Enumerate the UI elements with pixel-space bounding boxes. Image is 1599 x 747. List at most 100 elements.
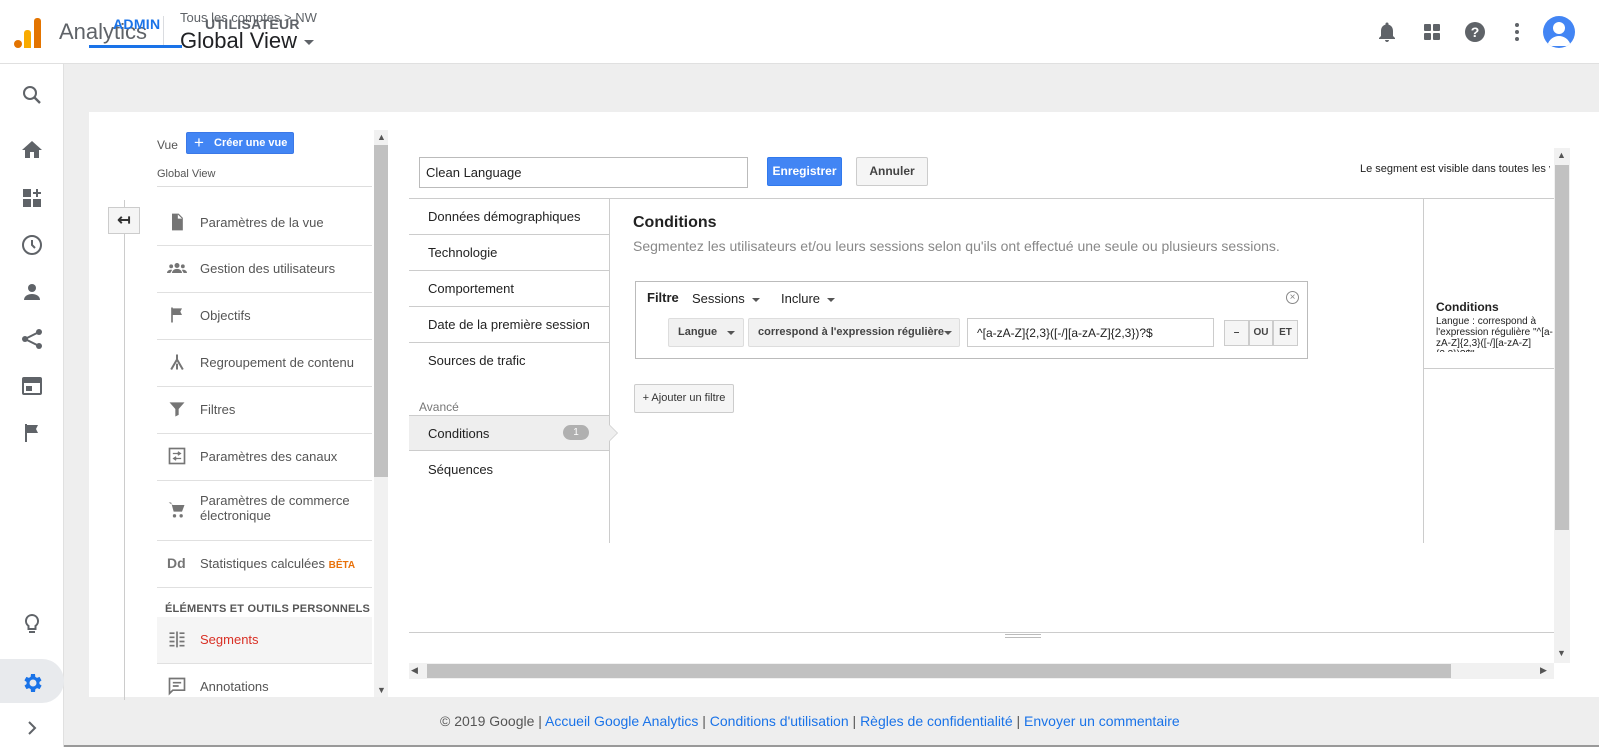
copyright: © 2019 Google | [440,713,546,729]
operator-select[interactable]: correspond à l'expression régulière [748,318,960,347]
tab-active-indicator [89,45,182,48]
and-button[interactable]: ET [1273,320,1298,346]
separator: | [1012,713,1025,729]
chevron-down-icon [751,297,760,302]
conditions-description: Segmentez les utilisateurs et/ou leurs s… [633,238,1280,254]
footer-link-privacy[interactable]: Règles de confidentialité [860,713,1013,729]
account-icon [1547,22,1571,46]
conditions-title: Conditions [633,214,717,231]
search-icon[interactable] [20,83,44,107]
menu-item-filters[interactable]: Filtres [157,387,372,434]
apps-grid-icon[interactable] [1420,20,1444,44]
menu-item-user-management[interactable]: Gestion des utilisateurs [157,246,372,293]
create-view-label: Créer une vue [214,137,288,149]
conversions-flag-icon[interactable] [20,421,44,445]
avatar[interactable] [1543,16,1575,48]
remove-filter-icon[interactable]: × [1286,291,1299,304]
flag-icon [171,307,182,323]
scroll-left-icon[interactable]: ◀ [411,665,418,676]
footer-link-home[interactable]: Accueil Google Analytics [545,713,698,729]
home-icon[interactable] [20,138,44,162]
customization-icon[interactable] [20,186,44,210]
create-view-button[interactable]: + Créer une vue [186,132,294,154]
behavior-icon[interactable] [20,374,44,398]
category-technology[interactable]: Technologie [409,235,609,271]
tab-user[interactable]: UTILISATEUR [205,16,300,32]
tab-admin[interactable]: ADMIN [113,16,160,32]
include-dropdown[interactable]: Inclure [781,291,836,306]
users-icon [167,263,187,273]
operator-value: correspond à l'expression régulière [758,326,945,338]
or-button[interactable]: OU [1249,320,1273,346]
category-behavior[interactable]: Comportement [409,271,609,307]
scroll-down-icon[interactable]: ▼ [377,685,386,695]
category-sequences[interactable]: Séquences [409,452,609,488]
dd-icon: Dd [167,555,186,571]
scroll-down-icon[interactable]: ▼ [1557,648,1566,658]
bell-icon[interactable] [1375,20,1399,44]
admin-tabs [64,64,1599,112]
menu-item-channel-settings[interactable]: Paramètres des canaux [157,434,372,481]
scrollbar-thumb[interactable] [427,664,1451,678]
scroll-right-icon[interactable]: ▶ [1540,665,1547,676]
scrollbar-thumb[interactable] [374,145,388,477]
menu-item-ecommerce-settings[interactable]: Paramètres de commerce électronique [157,481,372,541]
menu-item-view-settings[interactable]: Paramètres de la vue [157,200,372,246]
tree-line [124,200,125,700]
filter-label: Filtre [647,290,679,305]
menu-item-segments[interactable]: Segments [157,617,372,664]
more-vert-icon[interactable] [1505,20,1529,44]
filter-icon [169,402,185,417]
cancel-button[interactable]: Annuler [856,157,928,186]
category-demographics[interactable]: Données démographiques [409,199,609,235]
menu-item-annotations[interactable]: Annotations [157,664,372,704]
scroll-up-icon[interactable]: ▲ [377,132,386,142]
view-name[interactable]: Global View [157,168,216,180]
analytics-logo-icon[interactable] [14,16,42,48]
active-pointer-inner [609,425,617,441]
scrollbar-thumb[interactable] [1555,165,1569,530]
scroll-up-icon[interactable]: ▲ [1557,150,1566,160]
summary-text: Langue : correspond à l'expression régul… [1436,316,1553,352]
left-nav-rail [0,64,64,747]
category-traffic-sources[interactable]: Sources de trafic [409,343,609,379]
regex-value-input[interactable] [967,318,1214,347]
acquisition-icon[interactable] [20,327,44,351]
menu-item-label: Statistiques calculées BÊTA [200,556,355,571]
realtime-clock-icon[interactable] [20,233,44,257]
summary-title: Conditions [1436,300,1499,314]
scope-dropdown[interactable]: Sessions [692,291,760,306]
menu-item-label: Gestion des utilisateurs [200,261,336,276]
include-value: Inclure [781,291,821,306]
menu-item-goals[interactable]: Objectifs [157,293,372,340]
advanced-heading: Avancé [419,400,459,414]
menu-item-label: Segments [200,632,259,647]
save-button[interactable]: Enregistrer [767,157,842,186]
menu-item-label: Paramètres de la vue [200,215,324,230]
footer-link-terms[interactable]: Conditions d'utilisation [710,713,849,729]
category-first-session-date[interactable]: Date de la première session [409,307,609,343]
chevron-down-icon [944,331,952,335]
gear-icon[interactable] [20,671,44,695]
personal-section-heading: ÉLÉMENTS ET OUTILS PERSONNELS [165,603,371,615]
menu-item-calculated-metrics[interactable]: Dd Statistiques calculées BÊTA [157,541,372,588]
view-column-label: Vue [157,138,178,152]
channels-icon [168,447,186,465]
segment-name-input[interactable] [419,157,748,188]
lightbulb-icon[interactable] [20,612,44,636]
menu-item-content-grouping[interactable]: Regroupement de contenu [157,340,372,387]
footer-link-feedback[interactable]: Envoyer un commentaire [1024,713,1180,729]
menu-item-label-text: Statistiques calculées [200,556,326,571]
top-bar: Analytics Tous les comptes > NW Global V… [0,0,1599,64]
grouping-icon [170,354,184,371]
divider [157,186,372,187]
help-icon[interactable]: ? [1463,20,1487,44]
add-filter-button[interactable]: + Ajouter un filtre [634,384,734,413]
document-icon [172,213,183,231]
remove-condition-button[interactable]: – [1224,320,1249,346]
expand-chevron-icon[interactable] [20,716,44,740]
back-arrow-button[interactable]: ↤ [108,207,140,234]
audience-person-icon[interactable] [20,280,44,304]
resize-handle[interactable] [1005,634,1041,638]
dimension-select[interactable]: Langue [668,318,744,347]
